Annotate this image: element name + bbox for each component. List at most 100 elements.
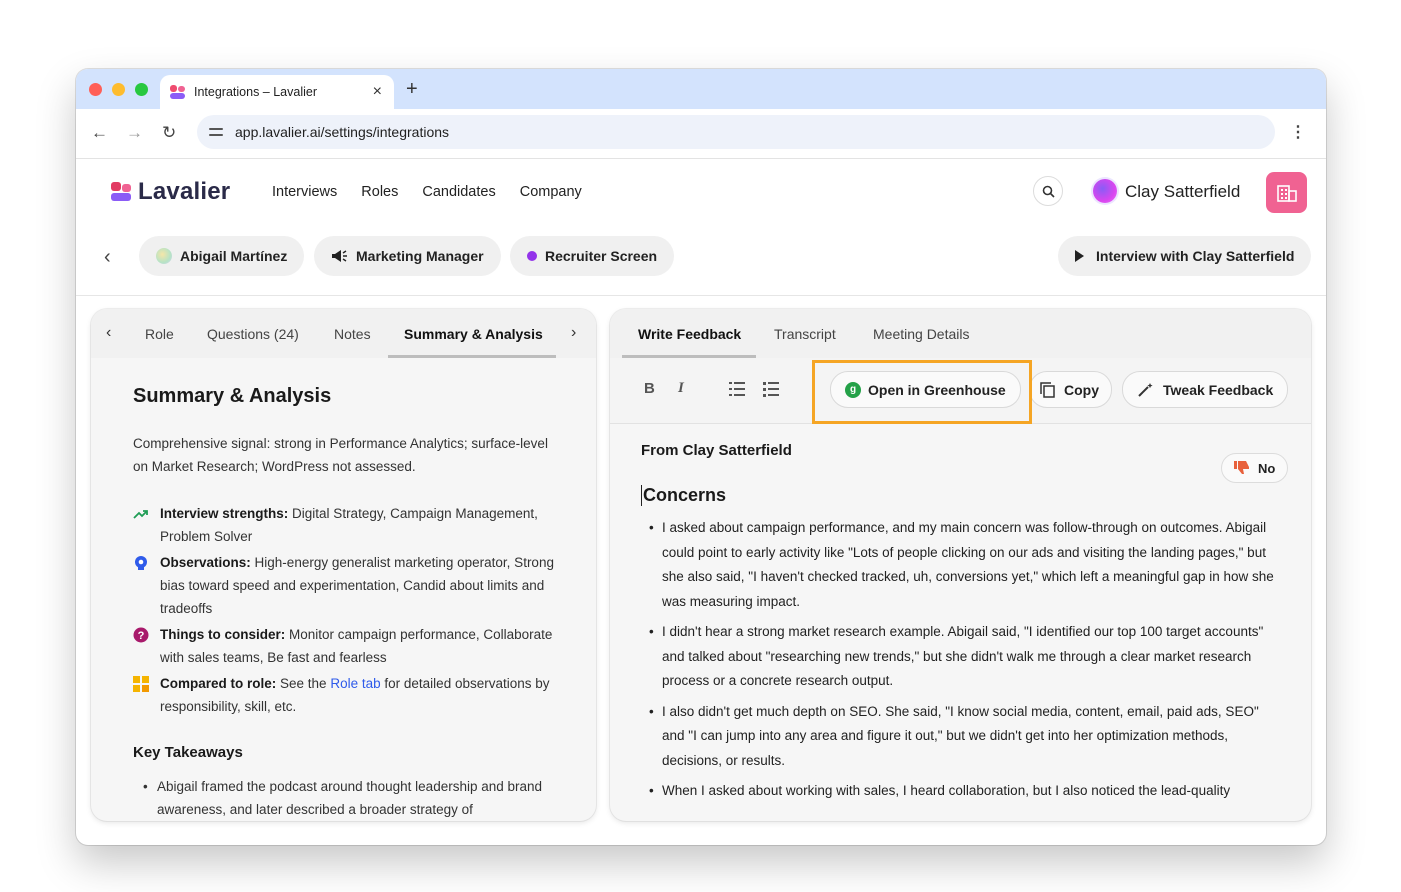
- grid-compare-icon: [133, 676, 149, 692]
- greenhouse-icon: g: [845, 381, 861, 398]
- compared-pre: See the: [280, 676, 327, 691]
- compared-label: Compared to role:: [160, 676, 277, 691]
- copy-button[interactable]: Copy: [1029, 371, 1112, 408]
- building-icon: [1276, 184, 1297, 202]
- observations-row: Observations: High-energy generalist mar…: [133, 551, 563, 620]
- main-nav: Interviews Roles Candidates Company: [272, 184, 582, 200]
- lavalier-favicon-icon: [170, 85, 186, 99]
- forward-arrow-icon[interactable]: →: [126, 123, 143, 143]
- copy-label: Copy: [1064, 381, 1099, 398]
- right-panel-tabs: Write Feedback Transcript Meeting Detail…: [610, 309, 1311, 358]
- concerns-heading: Concerns: [641, 485, 1281, 506]
- open-in-greenhouse-label: Open in Greenhouse: [868, 381, 1006, 398]
- close-window-button[interactable]: [89, 83, 102, 96]
- company-button[interactable]: [1266, 172, 1307, 213]
- tab-transcript[interactable]: Transcript: [774, 326, 836, 342]
- consider-row: ? Things to consider: Monitor campaign p…: [133, 623, 563, 669]
- analysis-panel: ‹ Role Questions (24) Notes Summary & An…: [91, 309, 596, 821]
- candidate-avatar: [156, 248, 172, 264]
- maximize-window-button[interactable]: [135, 83, 148, 96]
- nav-roles[interactable]: Roles: [361, 184, 398, 200]
- url-text: app.lavalier.ai/settings/integrations: [235, 124, 450, 140]
- nav-candidates[interactable]: Candidates: [422, 184, 495, 200]
- svg-text:?: ?: [138, 630, 145, 642]
- editor-toolbar: B I g Open in Greenhouse Copy Tweak Feed…: [610, 358, 1311, 424]
- new-tab-button[interactable]: +: [406, 78, 418, 101]
- back-arrow-icon[interactable]: ←: [91, 123, 108, 143]
- tab-questions[interactable]: Questions (24): [207, 326, 299, 342]
- lightbulb-head-icon: [135, 556, 147, 570]
- summary-heading: Summary & Analysis: [133, 385, 332, 407]
- role-pill[interactable]: Marketing Manager: [314, 236, 501, 276]
- user-avatar[interactable]: [1093, 179, 1117, 203]
- minimize-window-button[interactable]: [112, 83, 125, 96]
- tweak-feedback-label: Tweak Feedback: [1163, 381, 1274, 398]
- strengths-row: Interview strengths: Digital Strategy, C…: [133, 502, 563, 548]
- stage-pill[interactable]: Recruiter Screen: [510, 236, 675, 276]
- feedback-panel: Write Feedback Transcript Meeting Detail…: [610, 309, 1311, 821]
- tab-meeting-details[interactable]: Meeting Details: [873, 326, 970, 342]
- reload-icon[interactable]: ↻: [162, 123, 176, 143]
- address-bar[interactable]: app.lavalier.ai/settings/integrations: [197, 115, 1275, 149]
- browser-tab[interactable]: Integrations – Lavalier ×: [160, 75, 394, 109]
- bullet-list-icon[interactable]: [729, 382, 745, 396]
- stage-dot: [527, 251, 537, 261]
- copy-icon: [1040, 381, 1055, 398]
- user-name[interactable]: Clay Satterfield: [1125, 182, 1240, 202]
- key-takeaways-heading: Key Takeaways: [133, 744, 243, 761]
- role-name: Marketing Manager: [356, 248, 484, 264]
- interview-context-bar: ‹ Abigail Martínez Marketing Manager Rec…: [76, 226, 1326, 296]
- megaphone-icon: [332, 250, 347, 262]
- tab-summary-analysis[interactable]: Summary & Analysis: [404, 326, 543, 342]
- concern-item: I also didn't get much depth on SEO. She…: [641, 700, 1281, 774]
- summary-content: Summary & Analysis Comprehensive signal:…: [133, 385, 563, 821]
- nav-interviews[interactable]: Interviews: [272, 184, 337, 200]
- left-panel-tabs: ‹ Role Questions (24) Notes Summary & An…: [91, 309, 596, 358]
- browser-menu-icon[interactable]: ⋮: [1290, 122, 1306, 142]
- concern-item: I asked about campaign performance, and …: [641, 516, 1281, 614]
- numbered-list-icon[interactable]: [763, 382, 779, 397]
- search-button[interactable]: [1033, 176, 1063, 206]
- tab-write-feedback[interactable]: Write Feedback: [638, 326, 741, 342]
- key-takeaway-item: Abigail framed the podcast around though…: [133, 775, 563, 821]
- candidate-pill[interactable]: Abigail Martínez: [139, 236, 305, 276]
- brand-name: Lavalier: [138, 178, 231, 205]
- feedback-author: From Clay Satterfield: [641, 442, 792, 459]
- concern-item: When I asked about working with sales, I…: [641, 779, 1281, 804]
- tab-notes[interactable]: Notes: [334, 326, 371, 342]
- strengths-label: Interview strengths:: [160, 506, 289, 521]
- tab-title: Integrations – Lavalier: [194, 85, 317, 99]
- trending-up-icon: [133, 510, 148, 519]
- stage-name: Recruiter Screen: [545, 248, 658, 264]
- tab-close-icon[interactable]: ×: [373, 83, 382, 101]
- compared-row: Compared to role: See the Role tab for d…: [133, 672, 563, 718]
- interview-pill[interactable]: Interview with Clay Satterfield: [1058, 236, 1312, 276]
- concern-item: I didn't hear a strong market research e…: [641, 620, 1281, 694]
- bold-button[interactable]: B: [644, 380, 655, 397]
- role-tab-link[interactable]: Role tab: [330, 676, 380, 691]
- chevron-left-icon[interactable]: ‹: [104, 246, 111, 269]
- open-in-greenhouse-button[interactable]: g Open in Greenhouse: [830, 371, 1021, 408]
- browser-toolbar: ← → ↻ app.lavalier.ai/settings/integrati…: [76, 109, 1326, 159]
- tweak-feedback-button[interactable]: Tweak Feedback: [1122, 371, 1289, 408]
- candidate-name: Abigail Martínez: [180, 248, 288, 264]
- observations-label: Observations:: [160, 555, 251, 570]
- nav-company[interactable]: Company: [520, 184, 582, 200]
- tab-role[interactable]: Role: [145, 326, 174, 342]
- question-circle-icon: ?: [133, 627, 149, 643]
- browser-window: Integrations – Lavalier × + ← → ↻ app.la…: [76, 69, 1326, 845]
- italic-button[interactable]: I: [678, 380, 684, 397]
- feedback-editor[interactable]: From Clay Satterfield Concerns I asked a…: [641, 442, 1281, 804]
- lavalier-logo-icon: [111, 182, 133, 202]
- summary-text: Comprehensive signal: strong in Performa…: [133, 436, 548, 474]
- search-icon: [1042, 185, 1055, 198]
- browser-tabstrip: Integrations – Lavalier × +: [76, 69, 1326, 109]
- site-settings-icon[interactable]: [209, 125, 225, 139]
- magic-wand-icon: [1138, 382, 1153, 397]
- interview-title: Interview with Clay Satterfield: [1096, 248, 1295, 264]
- consider-label: Things to consider:: [160, 627, 286, 642]
- brand-logo[interactable]: Lavalier: [111, 178, 230, 206]
- chevron-right-icon[interactable]: ›: [571, 324, 576, 342]
- chevron-left-icon[interactable]: ‹: [106, 324, 111, 342]
- app-header: Lavalier Interviews Roles Candidates Com…: [76, 160, 1326, 226]
